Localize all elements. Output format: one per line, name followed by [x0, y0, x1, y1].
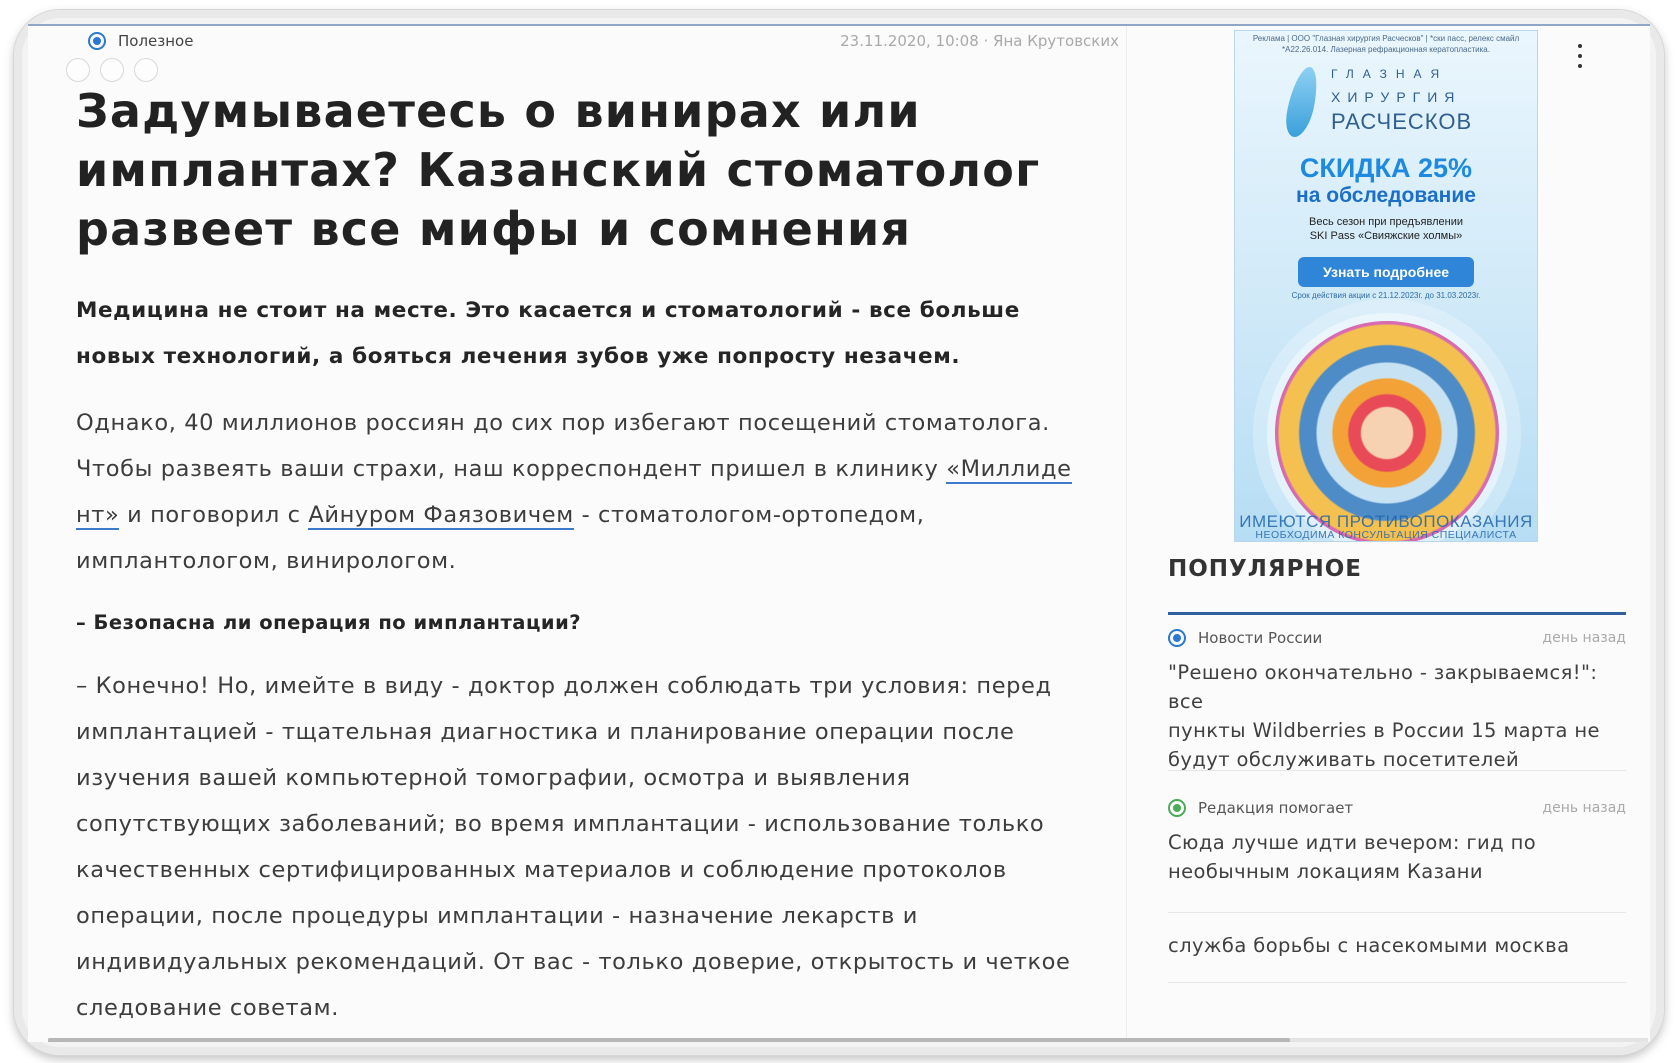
paragraph-text: - стоматологом-ортопедом,	[573, 502, 925, 528]
news-item[interactable]: Новости России день назад "Решено оконча…	[1168, 628, 1626, 774]
article-meta: Полезное 23.11.2020, 10:08 · Яна Крутовс…	[76, 32, 1119, 56]
answer-line: сопутствующих заболеваний; во время импл…	[76, 811, 1045, 837]
headline-line: пункты Wildberries в России 15 марта не	[1168, 719, 1600, 742]
kebab-dot	[1578, 64, 1582, 68]
kebab-dot	[1578, 44, 1582, 48]
news-category: Редакция помогает	[1198, 799, 1354, 817]
paragraph-text: имплантологом, винирологом.	[76, 548, 457, 574]
news-category: Новости России	[1198, 629, 1323, 647]
news-time: день назад	[1542, 800, 1626, 816]
headline-line: будут обслуживать посетителей	[1168, 748, 1520, 771]
interview-question: – Безопасна ли операция по имплантации?	[76, 611, 582, 634]
window-dot-1[interactable]	[66, 58, 90, 82]
answer-line: следование советам.	[76, 995, 339, 1021]
ad-more-button[interactable]: Узнать подробнее	[1298, 257, 1474, 287]
title-line: Задумываетесь о винирах или	[76, 84, 921, 138]
lead-line: новых технологий, а бояться лечения зубо…	[76, 344, 961, 369]
more-options-icon[interactable]	[1576, 44, 1584, 68]
article-title: Задумываетесь о винирах или имплантах? К…	[76, 82, 1116, 259]
popular-extra-link[interactable]: служба борьбы с насекомыми москва	[1168, 934, 1569, 957]
popular-title: ПОПУЛЯРНОЕ	[1168, 556, 1362, 582]
article-lead: Медицина не стоит на месте. Это касается…	[76, 288, 1096, 380]
ad-warning: ИМЕЮТСЯ ПРОТИВОПОКАЗАНИЯ НЕОБХОДИМА КОНС…	[1235, 513, 1537, 541]
column-divider	[1126, 26, 1127, 1042]
news-separator	[1168, 982, 1626, 983]
paragraph-text: и поговорил с	[119, 502, 309, 528]
title-line: развеет все мифы и сомнения	[76, 202, 912, 256]
kebab-dot	[1578, 54, 1582, 58]
ad-banner[interactable]: Реклама | ООО "Глазная хирургия Расческо…	[1234, 30, 1538, 542]
scrollbar-thumb[interactable]	[48, 1038, 1290, 1042]
paragraph-text: Однако, 40 миллионов россиян до сих пор …	[76, 410, 1050, 436]
title-line: имплантах? Казанский стоматолог	[76, 143, 1041, 197]
ad-logo-line: РАСЧЕСКОВ	[1331, 109, 1473, 134]
horizontal-scrollbar[interactable]	[48, 1038, 1648, 1042]
ad-disclaimer: Реклама | ООО "Глазная хирургия Расческо…	[1252, 34, 1520, 54]
answer-line: имплантацией - тщательная диагностика и …	[76, 719, 1015, 745]
headline-line: "Решено окончательно - закрываемся!": вс…	[1168, 661, 1598, 713]
clinic-link[interactable]: «Миллиде	[946, 456, 1072, 484]
doctor-link[interactable]: Айнуром Фаязовичем	[308, 502, 574, 530]
article-paragraph-1: Однако, 40 миллионов россиян до сих пор …	[76, 400, 1116, 584]
category-dot-icon	[1168, 629, 1186, 647]
news-separator	[1168, 912, 1626, 913]
popular-section: ПОПУЛЯРНОЕ Новости России день назад "Ре…	[1168, 556, 1626, 983]
window-dot-3[interactable]	[134, 58, 158, 82]
headline-line: Сюда лучше идти вечером: гид по	[1168, 831, 1537, 854]
category-dot-icon	[1168, 799, 1186, 817]
category-tag[interactable]: Полезное	[88, 32, 193, 50]
answer-line: изучения вашей компьютерной томографии, …	[76, 765, 911, 791]
ad-photo	[1275, 321, 1499, 541]
headline-line: необычным локациям Казани	[1168, 860, 1483, 883]
ad-conditions-line: Весь сезон при предъявлении	[1308, 216, 1463, 228]
ad-discount: СКИДКА 25%	[1299, 153, 1473, 183]
answer-line: – Конечно! Но, имейте в виду - доктор до…	[76, 673, 1052, 699]
news-time: день назад	[1542, 630, 1626, 646]
device-frame: Полезное 23.11.2020, 10:08 · Яна Крутовс…	[14, 10, 1664, 1055]
answer-line: операции, после процедуры имплантации - …	[76, 903, 918, 929]
news-separator	[1168, 770, 1626, 771]
window-dot-2[interactable]	[100, 58, 124, 82]
ad-subtitle: на обследование	[1296, 184, 1476, 207]
clinic-link-continuation[interactable]: нт»	[76, 502, 120, 530]
news-headline[interactable]: "Решено окончательно - закрываемся!": вс…	[1168, 658, 1626, 774]
ad-conditions-line: SKI Pass «Свияжские холмы»	[1309, 230, 1463, 242]
ad-logo-line: ГЛАЗНАЯ	[1331, 67, 1449, 81]
news-header: Редакция помогает день назад	[1168, 798, 1626, 818]
eye-drop-logo-icon	[1281, 67, 1323, 137]
date-author: 23.11.2020, 10:08 · Яна Крутовских	[840, 32, 1119, 50]
lead-line: Медицина не стоит на месте. Это касается…	[76, 298, 1020, 323]
news-headline[interactable]: Сюда лучше идти вечером: гид по необычны…	[1168, 828, 1626, 886]
answer-line: индивидуальных рекомендаций. От вас - то…	[76, 949, 1071, 975]
ad-warning-line: НЕОБХОДИМА КОНСУЛЬТАЦИЯ СПЕЦИАЛИСТА	[1255, 529, 1517, 541]
popular-underline	[1168, 612, 1626, 615]
window-controls	[66, 58, 158, 82]
ad-conditions: Весь сезон при предъявлении SKI Pass «Св…	[1235, 215, 1537, 243]
news-header: Новости России день назад	[1168, 628, 1626, 648]
category-dot-icon	[88, 32, 106, 50]
news-item[interactable]: Редакция помогает день назад Сюда лучше …	[1168, 798, 1626, 886]
article-paragraph-2: – Конечно! Но, имейте в виду - доктор до…	[76, 663, 1116, 1031]
paragraph-text: Чтобы развеять ваши страхи, наш корреспо…	[76, 456, 947, 482]
ad-logo: ГЛАЗНАЯ ХИРУРГИЯ РАСЧЕСКОВ	[1235, 61, 1537, 137]
category-label: Полезное	[118, 32, 194, 50]
ad-term: Срок действия акции с 21.12.2023г. до 31…	[1291, 291, 1481, 300]
ad-logo-line: ХИРУРГИЯ	[1331, 89, 1462, 105]
browser-viewport: Полезное 23.11.2020, 10:08 · Яна Крутовс…	[28, 24, 1650, 1042]
answer-line: качественных сертифицированных материало…	[76, 857, 1007, 883]
